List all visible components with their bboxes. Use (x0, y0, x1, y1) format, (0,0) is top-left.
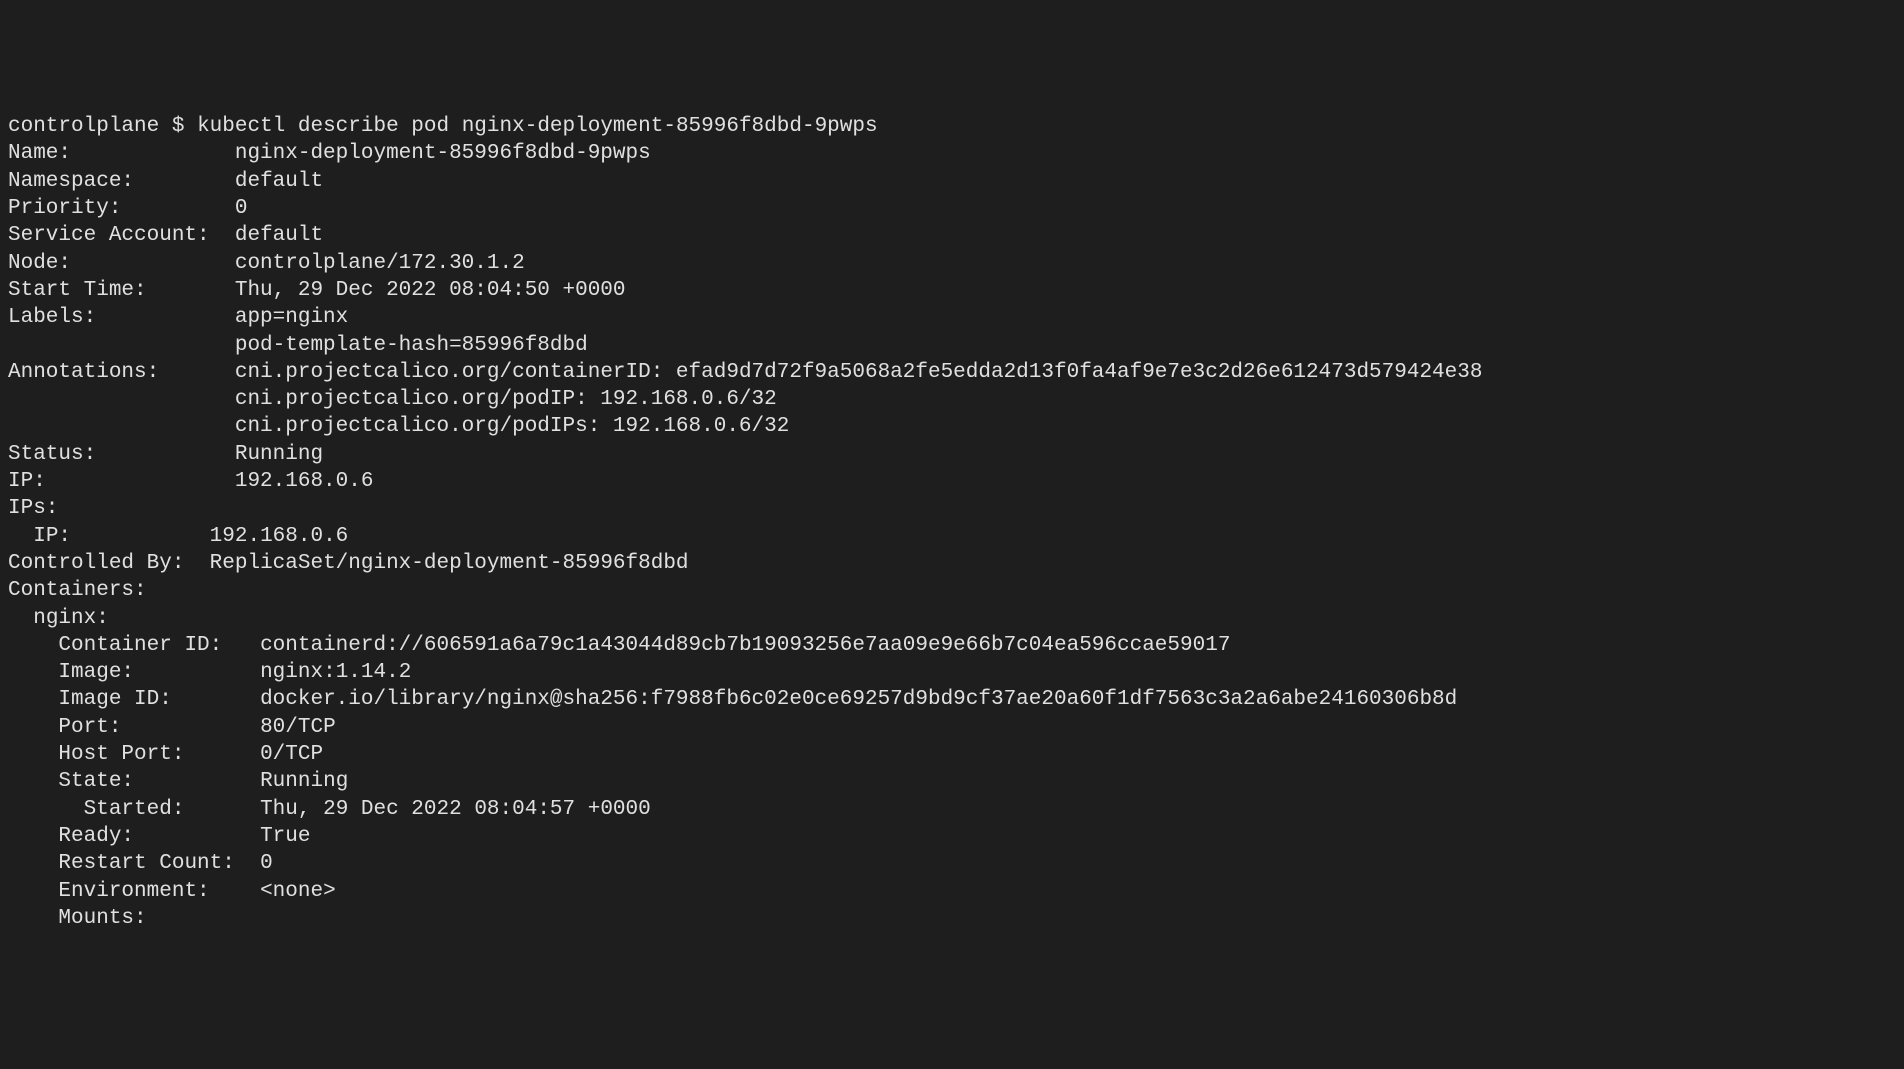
field-ip-label: IP: (8, 470, 46, 493)
field-port-label: Port: (58, 716, 121, 739)
field-controlled-by-label: Controlled By: (8, 552, 184, 575)
field-mounts-label: Mounts: (58, 907, 146, 930)
field-ready-value: True (260, 825, 310, 848)
field-host-port-value: 0/TCP (260, 743, 323, 766)
field-labels-value-2: pod-template-hash=85996f8dbd (235, 334, 588, 357)
field-restart-count-label: Restart Count: (58, 852, 234, 875)
field-priority-label: Priority: (8, 197, 121, 220)
field-labels-value-1: app=nginx (235, 306, 348, 329)
field-state-label: State: (58, 770, 134, 793)
field-environment-label: Environment: (58, 880, 209, 903)
field-annotations-label: Annotations: (8, 361, 159, 384)
field-name-value: nginx-deployment-85996f8dbd-9pwps (235, 142, 651, 165)
field-containers-label: Containers: (8, 579, 147, 602)
field-node-label: Node: (8, 252, 71, 275)
field-node-value: controlplane/172.30.1.2 (235, 252, 525, 275)
field-container-id-label: Container ID: (58, 634, 222, 657)
terminal-output: controlplane $ kubectl describe pod ngin… (8, 113, 1896, 932)
field-annotations-value-1: cni.projectcalico.org/containerID: efad9… (235, 361, 1483, 384)
field-image-value: nginx:1.14.2 (260, 661, 411, 684)
field-image-label: Image: (58, 661, 134, 684)
field-environment-value: <none> (260, 880, 336, 903)
field-ip-value: 192.168.0.6 (235, 470, 374, 493)
command-text: kubectl describe pod nginx-deployment-85… (197, 115, 878, 138)
field-name-label: Name: (8, 142, 71, 165)
field-ready-label: Ready: (58, 825, 134, 848)
field-status-value: Running (235, 443, 323, 466)
field-ips-label: IPs: (8, 497, 58, 520)
field-host-port-label: Host Port: (58, 743, 184, 766)
field-container-id-value: containerd://606591a6a79c1a43044d89cb7b1… (260, 634, 1230, 657)
field-port-value: 80/TCP (260, 716, 336, 739)
field-image-id-label: Image ID: (58, 688, 171, 711)
prompt-symbol: $ (172, 115, 185, 138)
field-image-id-value: docker.io/library/nginx@sha256:f7988fb6c… (260, 688, 1457, 711)
field-restart-count-value: 0 (260, 852, 273, 875)
field-namespace-label: Namespace: (8, 170, 134, 193)
field-started-value: Thu, 29 Dec 2022 08:04:57 +0000 (260, 798, 651, 821)
field-state-value: Running (260, 770, 348, 793)
field-service-account-label: Service Account: (8, 224, 210, 247)
field-start-time-label: Start Time: (8, 279, 147, 302)
field-priority-value: 0 (235, 197, 248, 220)
field-service-account-value: default (235, 224, 323, 247)
container-name: nginx: (33, 607, 109, 630)
field-status-label: Status: (8, 443, 96, 466)
field-annotations-value-2: cni.projectcalico.org/podIP: 192.168.0.6… (235, 388, 777, 411)
field-ips-sub-value: 192.168.0.6 (210, 525, 349, 548)
field-namespace-value: default (235, 170, 323, 193)
field-annotations-value-3: cni.projectcalico.org/podIPs: 192.168.0.… (235, 415, 790, 438)
field-labels-label: Labels: (8, 306, 96, 329)
prompt-host: controlplane (8, 115, 159, 138)
field-started-label: Started: (84, 798, 185, 821)
field-controlled-by-value: ReplicaSet/nginx-deployment-85996f8dbd (210, 552, 689, 575)
field-ips-sub-label: IP: (33, 525, 71, 548)
field-start-time-value: Thu, 29 Dec 2022 08:04:50 +0000 (235, 279, 626, 302)
